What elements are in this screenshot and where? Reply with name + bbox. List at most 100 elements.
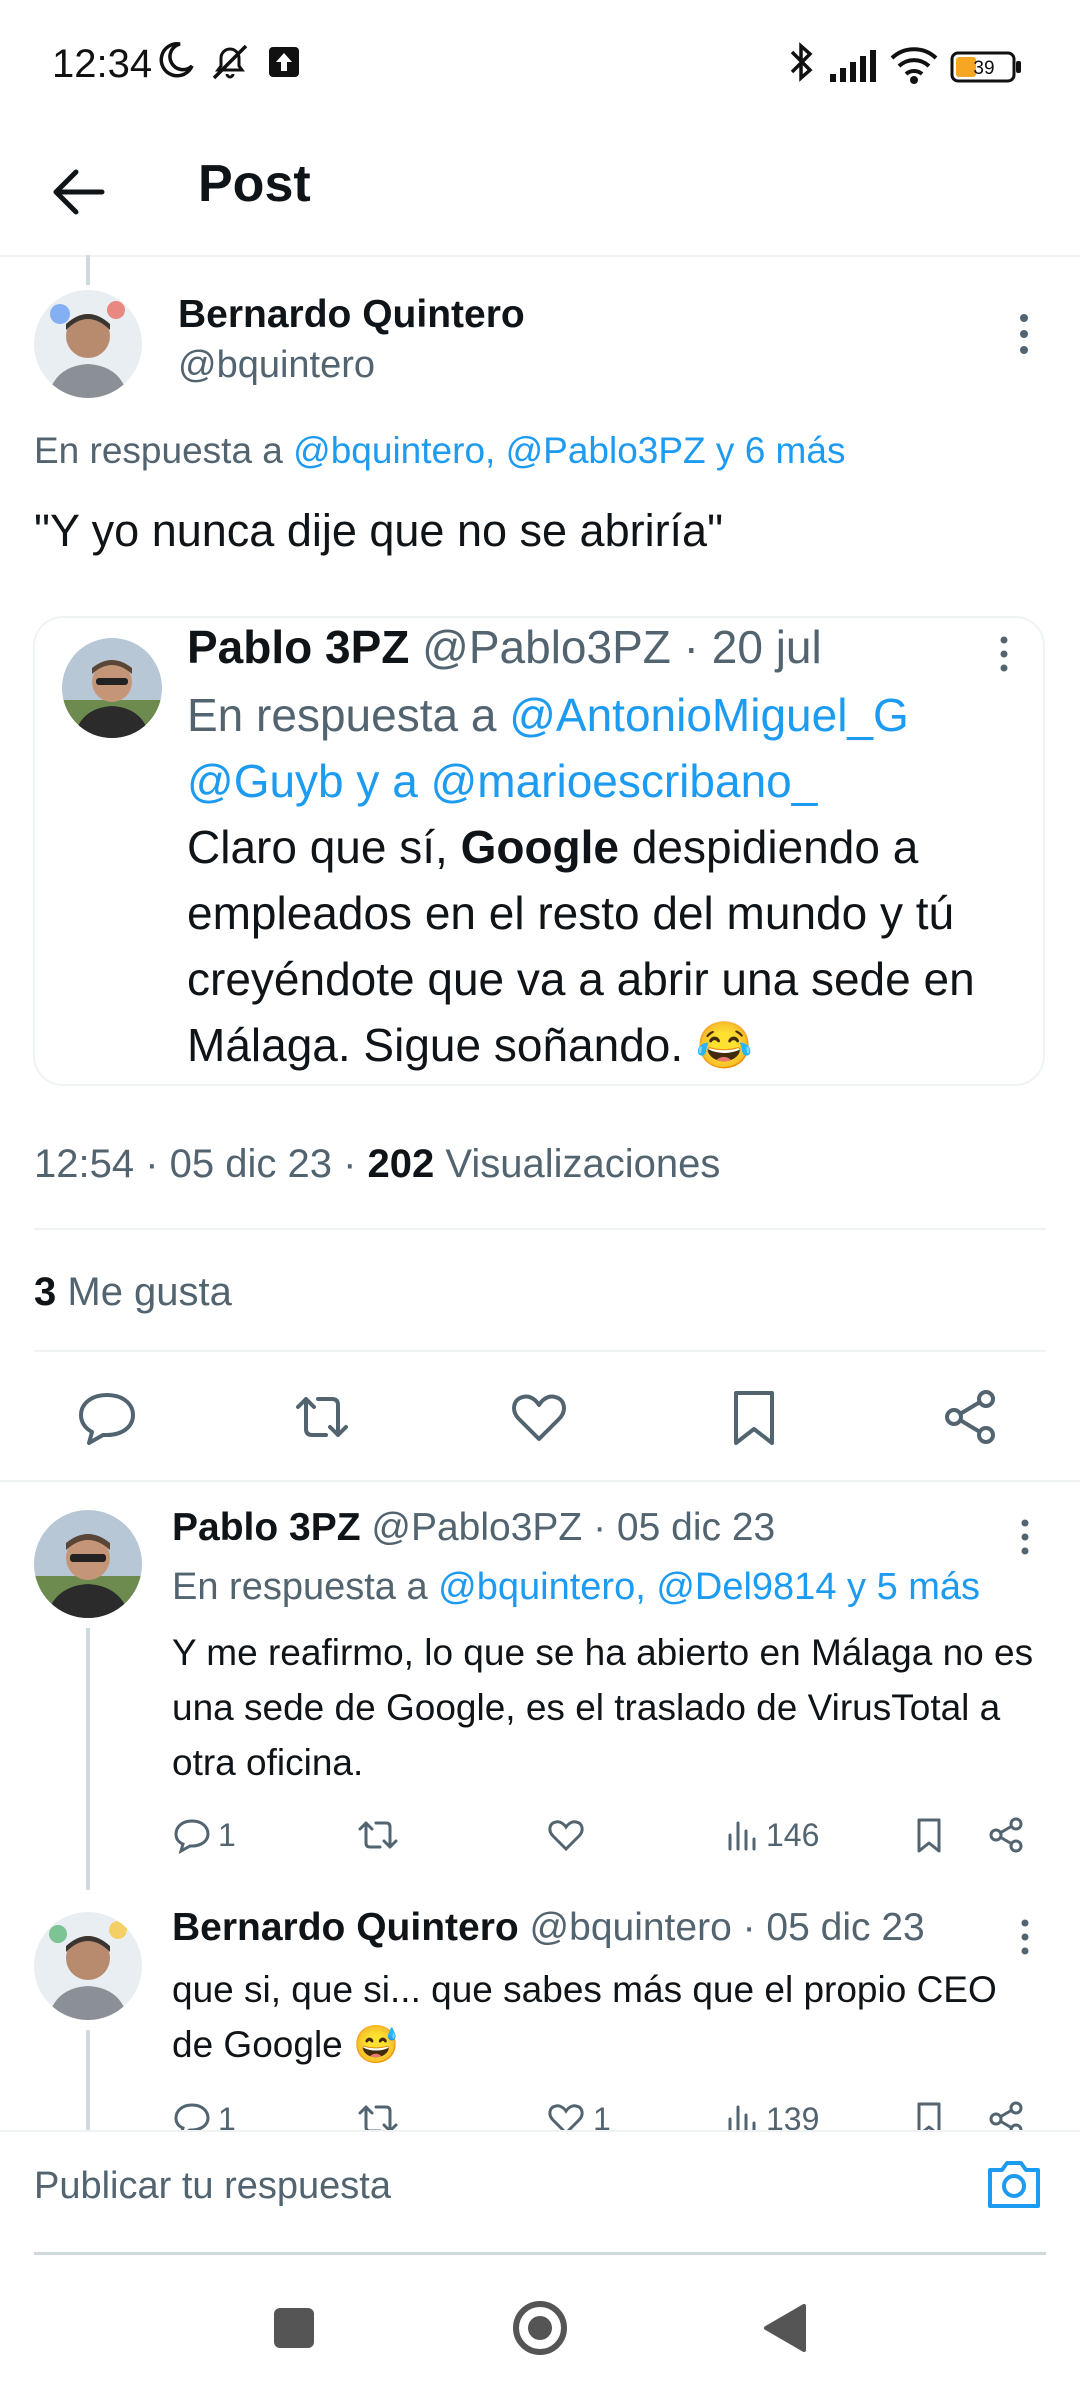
thread-line	[86, 255, 90, 285]
upload-icon	[268, 46, 300, 83]
bluetooth-icon	[786, 40, 816, 89]
share-button[interactable]	[938, 1385, 1002, 1449]
tweet-text: "Y yo nunca dije que no se abriría"	[34, 505, 724, 556]
quoted-reply-target-link[interactable]: @Guyb y a @marioescribano_	[187, 755, 817, 807]
mute-icon	[208, 40, 252, 89]
quoted-author-handle: @Pablo3PZ	[422, 621, 671, 673]
author-handle[interactable]: @Pablo3PZ	[371, 1506, 582, 1549]
reply-prefix: En respuesta a	[172, 1566, 428, 1608]
reply-count: 1	[218, 1816, 236, 1853]
bookmark-icon	[917, 1818, 941, 1853]
reply-context: En respuesta a @bquintero, @Pablo3PZ y 6…	[34, 430, 845, 472]
status-time: 12:34	[52, 42, 153, 86]
page-title: Post	[198, 155, 311, 213]
system-navigation-bar	[0, 2258, 1080, 2400]
circle-home-icon	[513, 2301, 567, 2355]
camera-button[interactable]	[982, 2152, 1046, 2216]
quoted-author-name: Pablo 3PZ	[187, 621, 410, 673]
author-handle[interactable]: @bquintero	[530, 1906, 732, 1949]
more-vertical-icon	[1000, 636, 1008, 672]
author-handle[interactable]: @bquintero	[178, 344, 375, 387]
like-button[interactable]	[507, 1385, 571, 1449]
heart-icon	[512, 1394, 566, 1441]
more-vertical-icon	[1021, 1519, 1029, 1555]
repost-icon	[358, 1821, 398, 1849]
battery-icon: 39	[950, 50, 1022, 89]
back-nav-button[interactable]	[746, 2288, 826, 2368]
input-underline	[34, 2252, 1046, 2255]
quoted-more-options-button[interactable]	[989, 632, 1019, 676]
reply-composer	[0, 2130, 1080, 2260]
avatar[interactable]	[34, 1912, 142, 2020]
analytics-icon	[728, 1821, 756, 1851]
back-button[interactable]	[40, 152, 120, 232]
reply-button[interactable]	[75, 1385, 139, 1449]
quoted-tweet-text: Claro que sí, Google despidiendo a emple…	[187, 814, 1027, 1078]
views-count: 146	[766, 1816, 820, 1853]
bookmark-button[interactable]	[909, 1810, 949, 1860]
repost-button[interactable]	[356, 1810, 400, 1860]
reply-button[interactable]: 1	[172, 1810, 236, 1860]
reply-text: que si, que si... que sabes más que el p…	[172, 1969, 997, 2065]
bookmark-icon	[734, 1391, 774, 1445]
moon-icon	[156, 40, 196, 85]
quoted-reply-prefix: En respuesta a	[187, 689, 497, 741]
more-options-button[interactable]	[1010, 1516, 1040, 1558]
divider	[34, 1228, 1046, 1230]
quoted-header: Pablo 3PZ @Pablo3PZ · 20 jul	[187, 620, 822, 674]
wifi-icon	[890, 46, 938, 89]
divider	[34, 1350, 1046, 1352]
tweet-timestamp: 12:54 · 05 dic 23 ·	[34, 1142, 357, 1186]
reply-date: · 05 dic 23	[593, 1506, 776, 1549]
svg-text:39: 39	[973, 58, 994, 79]
likes-summary[interactable]: 3 Me gusta	[34, 1270, 232, 1315]
arrow-left-icon	[53, 169, 105, 215]
top-app-bar: Post	[0, 130, 1080, 257]
reply-prefix: En respuesta a	[34, 430, 283, 471]
home-button[interactable]	[500, 2288, 580, 2368]
quoted-avatar	[62, 638, 162, 738]
quoted-reply-context: En respuesta a @AntonioMiguel_G @Guyb y …	[187, 682, 1027, 814]
quoted-text-bold: Google	[460, 821, 620, 873]
more-options-button[interactable]	[1010, 1916, 1040, 1958]
thread-line	[86, 2030, 90, 2130]
views-label: Visualizaciones	[445, 1142, 721, 1186]
recents-button[interactable]	[254, 2288, 334, 2368]
views-button[interactable]: 146	[724, 1810, 819, 1860]
thread-line	[86, 1628, 90, 1890]
quoted-tweet-card[interactable]: Pablo 3PZ @Pablo3PZ · 20 jul En respuest…	[33, 616, 1045, 1086]
like-button[interactable]	[545, 1810, 593, 1860]
avatar[interactable]	[34, 290, 142, 398]
triangle-back-icon	[764, 2304, 806, 2352]
status-bar: 12:34 39	[0, 0, 1080, 130]
repost-icon	[296, 1397, 348, 1437]
repost-button[interactable]	[290, 1385, 354, 1449]
bookmark-button[interactable]	[722, 1385, 786, 1449]
likes-count: 3	[34, 1270, 57, 1314]
reply-input[interactable]	[34, 2154, 934, 2218]
share-button[interactable]	[986, 1810, 1026, 1860]
reply-targets-link[interactable]: @bquintero, @Del9814 y 5 más	[438, 1566, 980, 1608]
more-vertical-icon	[1021, 1919, 1029, 1955]
reply-header: Pablo 3PZ @Pablo3PZ · 05 dic 23	[172, 1506, 775, 1550]
share-icon	[989, 1817, 1023, 1853]
comment-icon	[79, 1393, 135, 1445]
author-name[interactable]: Pablo 3PZ	[172, 1506, 361, 1549]
quoted-reply-target-link[interactable]: @AntonioMiguel_G	[509, 689, 909, 741]
tweet-metadata: 12:54 · 05 dic 23 · 202 Visualizaciones	[34, 1142, 720, 1187]
author-name[interactable]: Bernardo Quintero	[178, 293, 525, 337]
more-vertical-icon	[1020, 314, 1028, 354]
comment-icon	[174, 1819, 210, 1855]
likes-label: Me gusta	[67, 1270, 232, 1314]
views-count: 202	[367, 1142, 435, 1186]
more-options-button[interactable]	[1006, 312, 1042, 358]
author-name[interactable]: Bernardo Quintero	[172, 1906, 519, 1949]
heart-icon	[548, 1820, 584, 1852]
quoted-text-start: Claro que sí,	[187, 821, 448, 873]
avatar[interactable]	[34, 1510, 142, 1618]
reply-context: En respuesta a @bquintero, @Del9814 y 5 …	[172, 1566, 980, 1609]
reply-header: Bernardo Quintero @bquintero · 05 dic 23	[172, 1906, 925, 1950]
reply-targets-link[interactable]: @bquintero, @Pablo3PZ y 6 más	[293, 430, 845, 471]
signal-icon	[828, 50, 878, 87]
share-icon	[945, 1390, 995, 1444]
